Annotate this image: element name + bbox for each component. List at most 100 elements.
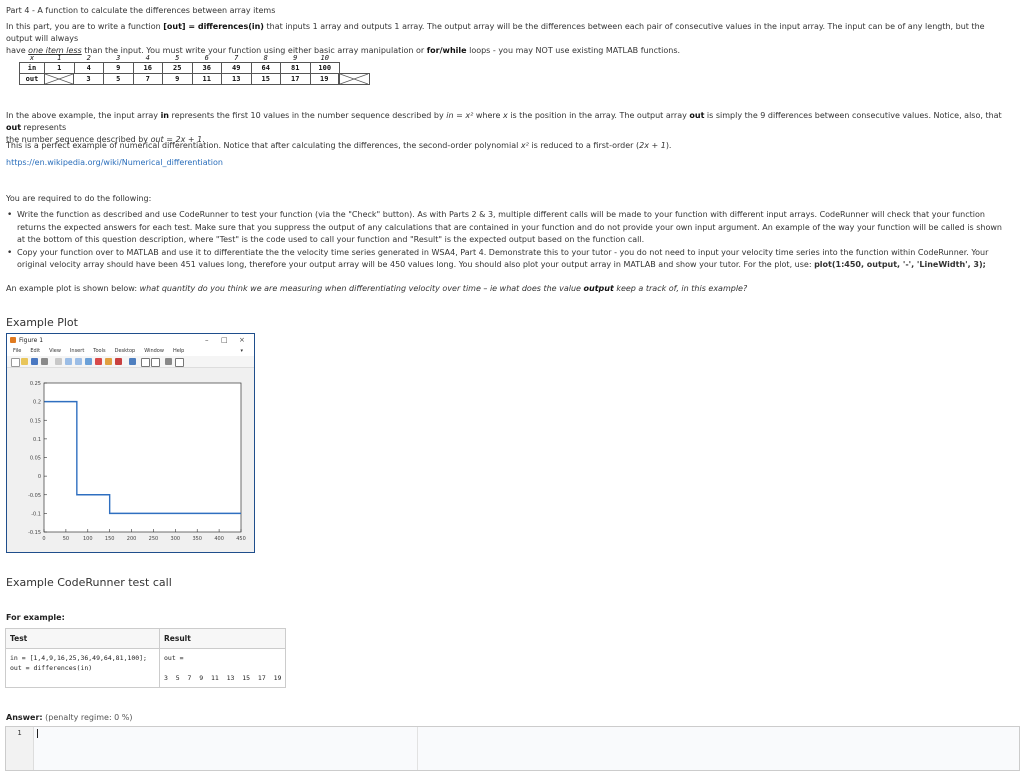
figure-menubar: File Edit View Insert Tools Desktop Window Help…	[7, 347, 254, 356]
new-figure-icon[interactable]	[11, 358, 20, 367]
test-column-header: Test	[5, 628, 160, 649]
in-cell: 4	[73, 62, 104, 74]
code-input[interactable]	[34, 727, 1019, 770]
result-column-header: Result	[158, 628, 287, 649]
y-tick-label: 0.25	[30, 381, 41, 387]
hide-plot-tools-icon[interactable]	[165, 358, 172, 365]
test-code-line: out = differences(in)	[10, 664, 93, 672]
line-number-gutter: 1	[6, 727, 34, 770]
colorbar-icon[interactable]	[141, 358, 150, 367]
result-line: out =	[164, 654, 184, 662]
answer-editor[interactable]: 1	[5, 726, 1020, 771]
maximize-icon[interactable]: □	[221, 334, 228, 347]
y-tick-label: 0.2	[33, 400, 41, 406]
required-list: Write the function as described and use …	[6, 209, 1012, 272]
minimize-icon[interactable]: –	[205, 334, 209, 347]
in-cell: 9	[103, 62, 134, 74]
loops-keyword: for/while	[426, 46, 467, 55]
in-cell: 81	[280, 62, 311, 74]
answer-label: Answer:	[6, 713, 43, 722]
for-example-label: For example:	[6, 613, 65, 622]
out-cell: 11	[191, 73, 222, 85]
matlab-figure-window: Figure 1 – □ × File Edit View Insert Tools De…	[6, 333, 255, 553]
y-tick-label: 0.1	[33, 437, 41, 443]
show-plot-tools-icon[interactable]	[175, 358, 184, 367]
explain-text: where	[473, 111, 503, 120]
zoom-in-icon[interactable]	[65, 358, 72, 365]
explain-text: In the above example, the input array	[6, 111, 161, 120]
y-tick-label: 0	[38, 474, 41, 480]
menu-insert[interactable]: Insert	[70, 348, 84, 354]
penalty-regime: (penalty regime: 0 %)	[45, 713, 133, 722]
figure-title: Figure 1	[19, 337, 44, 344]
figure-toolbar	[7, 356, 254, 368]
close-icon[interactable]: ×	[239, 334, 245, 347]
x-tick-label: 200	[127, 536, 137, 542]
brush-icon[interactable]	[115, 358, 122, 365]
out-cell: 13	[221, 73, 252, 85]
example-plot-heading: Example Plot	[6, 316, 78, 329]
in-cell: 1	[44, 62, 75, 74]
example-note-output: output	[583, 284, 614, 293]
explain-text: represents the first 10 values in the nu…	[169, 111, 447, 120]
wikipedia-link[interactable]: https://en.wikipedia.org/wiki/Numerical_…	[6, 157, 1012, 169]
menu-help[interactable]: Help	[173, 348, 184, 354]
explain-text: is reduced to a first-order (	[528, 141, 640, 150]
in-cell: 36	[191, 62, 222, 74]
intro-text-5: loops - you may NOT use existing MATLAB …	[466, 46, 681, 55]
x-cell: 3	[116, 53, 121, 62]
print-icon[interactable]	[41, 358, 48, 365]
out-cell: 19	[311, 74, 339, 84]
menu-edit[interactable]: Edit	[30, 348, 40, 354]
menu-tools[interactable]: Tools	[93, 348, 105, 354]
x-cell: 9	[293, 53, 298, 62]
intro-text-1: In this part, you are to write a functio…	[6, 22, 164, 31]
part-title: Part 4 - A function to calculate the dif…	[6, 6, 276, 15]
rotate-icon[interactable]	[95, 358, 102, 365]
y-tick-label: -0.1	[31, 511, 41, 517]
out-cell: 7	[132, 73, 163, 85]
pan-icon[interactable]	[85, 358, 92, 365]
required-lead: You are required to do the following:	[6, 194, 152, 203]
out-cell: 5	[103, 73, 134, 85]
open-file-icon[interactable]	[21, 358, 28, 365]
in-cell: 25	[162, 62, 193, 74]
cross-mark-icon	[340, 74, 368, 84]
menu-window[interactable]: Window	[144, 348, 164, 354]
link-icon[interactable]	[129, 358, 136, 365]
in-cell: 100	[309, 62, 340, 74]
in-cell: 16	[132, 62, 163, 74]
menu-expand-icon[interactable]: ▾	[240, 347, 243, 356]
menu-view[interactable]: View	[49, 348, 61, 354]
out-span-cell: 3	[44, 73, 104, 85]
numerical-diff-paragraph: This is a perfect example of numerical d…	[6, 140, 1012, 152]
menu-desktop[interactable]: Desktop	[115, 348, 136, 354]
zoom-out-icon[interactable]	[75, 358, 82, 365]
out-last-span-cell: 19	[309, 73, 340, 85]
pointer-icon[interactable]	[55, 358, 62, 365]
y-tick-label: -0.05	[28, 493, 41, 499]
formula-first-order: 2x + 1	[639, 141, 666, 150]
required-item: Write the function as described and use …	[6, 209, 1012, 247]
save-icon[interactable]	[31, 358, 38, 365]
axes-box	[43, 382, 242, 533]
result-line: 3 5 7 9 11 13 15 17 19	[164, 674, 282, 682]
x-cell: 6	[204, 53, 209, 62]
plot-command: plot(1:450, output, '-', 'LineWidth', 3)…	[814, 260, 986, 269]
y-tick-label: 0.05	[30, 456, 41, 462]
menu-file[interactable]: File	[13, 348, 21, 354]
out-cell: 3	[86, 75, 91, 83]
example-note-question: what quantity do you think we are measur…	[139, 284, 584, 293]
x-tick-label: 250	[149, 536, 159, 542]
data-cursor-icon[interactable]	[105, 358, 112, 365]
legend-icon[interactable]	[151, 358, 160, 367]
function-signature: [out] = differences(in)	[163, 22, 264, 31]
x-tick-label: 300	[171, 536, 181, 542]
x-cell: 4	[145, 53, 150, 62]
sequence-table: x 1 2 3 4 5 6 7 8 9 10 in 1 4 9 16 25 36…	[19, 53, 370, 85]
empty-cross-cell	[339, 73, 370, 85]
explain-text: ).	[665, 141, 672, 150]
result-line	[164, 663, 281, 673]
explain-out: out	[689, 111, 705, 120]
y-tick-label: -0.15	[28, 530, 41, 536]
